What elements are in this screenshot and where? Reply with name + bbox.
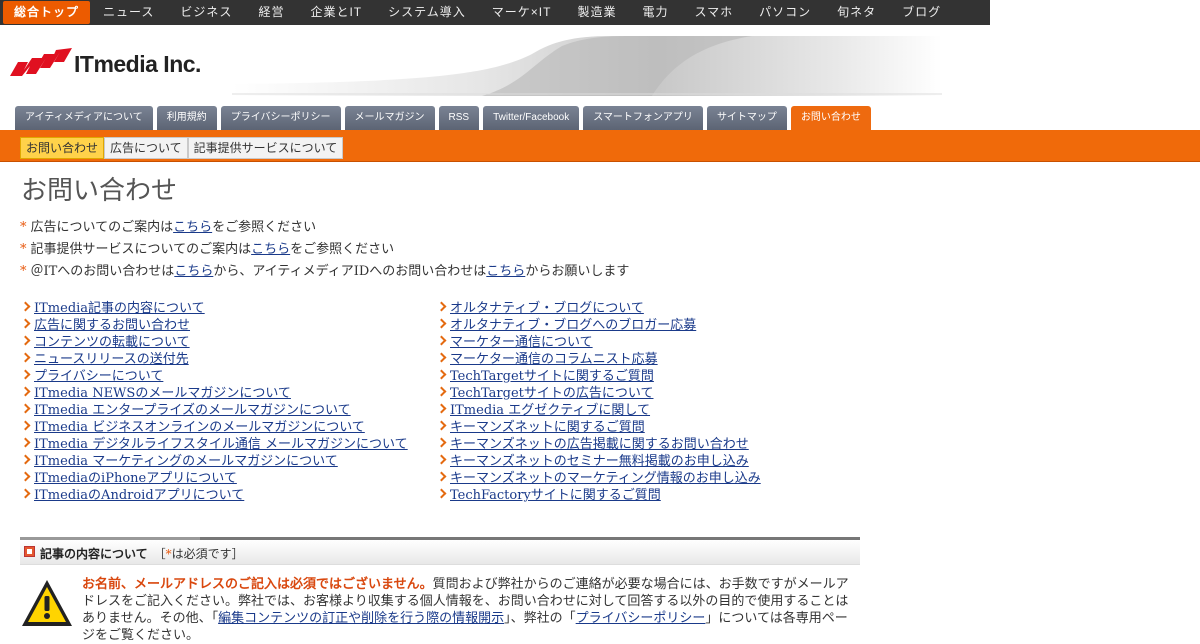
corporate-tabs: アイティメディアについて 利用規約 プライバシーポリシー メールマガジン RSS…	[15, 106, 871, 130]
note-advertising: * 広告についてのご案内はこちらをご参照ください	[20, 220, 317, 235]
arrow-icon	[436, 349, 450, 366]
arrow-icon	[436, 315, 450, 332]
tab-smartphone-apps[interactable]: スマートフォンアプリ	[583, 106, 703, 130]
privacy-notice: お名前、メールアドレスのご記入は必須ではございません。質問および弊社からのご連絡…	[82, 577, 849, 643]
topnav-item-news[interactable]: ニュース	[90, 0, 167, 25]
list-item: ITmedia NEWSのメールマガジンについて	[20, 383, 408, 401]
tab-sitemap[interactable]: サイトマップ	[706, 106, 787, 130]
list-item: ニュースリリースの送付先	[20, 349, 408, 367]
arrow-icon	[20, 383, 34, 400]
notes-list: * 広告についてのご案内はこちらをご参照ください * 記事提供サービスについてのご案…	[20, 217, 629, 283]
tab-privacy-policy[interactable]: プライバシーポリシー	[220, 106, 341, 130]
logo-text: ITmedia Inc.	[74, 50, 201, 77]
info-disclosure-link[interactable]: 編集コンテンツの訂正や削除を行う際の情報開示	[218, 611, 504, 626]
arrow-icon	[436, 366, 450, 383]
arrow-icon	[436, 417, 450, 434]
tab-mail-magazine[interactable]: メールマガジン	[344, 106, 435, 130]
topnav-item-smartphone[interactable]: スマホ	[681, 0, 746, 25]
list-item: コンテンツの転載について	[20, 332, 408, 350]
note-article-link[interactable]: こちら	[251, 242, 290, 257]
arrow-icon	[20, 400, 34, 417]
arrow-icon	[20, 468, 34, 485]
topnav-item-business[interactable]: ビジネス	[167, 0, 245, 25]
list-item: キーマンズネットのマーケティング情報のお申し込み	[436, 468, 761, 486]
topnav-item-blog[interactable]: ブログ	[889, 0, 954, 25]
arrow-icon	[20, 332, 34, 349]
tab-contact[interactable]: お問い合わせ	[790, 106, 871, 130]
list-item: キーマンズネットに関するご質問	[436, 417, 761, 435]
arrow-icon	[436, 485, 450, 502]
topnav-item-power[interactable]: 電力	[629, 0, 681, 25]
subtab-advertising[interactable]: 広告について	[104, 137, 188, 159]
arrow-icon	[436, 383, 450, 400]
arrow-icon	[20, 298, 34, 315]
list-item: ITmedia デジタルライフスタイル通信 メールマガジンについて	[20, 434, 408, 452]
note-atmark-it: * ＠ITへのお問い合わせはこちらから、アイティメディアIDへのお問い合わせはこち…	[20, 264, 630, 279]
list-item: ITmedia ビジネスオンラインのメールマガジンについて	[20, 417, 408, 435]
arrow-icon	[20, 434, 34, 451]
list-item: ITmedia マーケティングのメールマガジンについて	[20, 451, 408, 469]
page-title: お問い合わせ	[21, 175, 178, 205]
tab-terms[interactable]: 利用規約	[156, 106, 217, 130]
list-item: ITmedia エンタープライズのメールマガジンについて	[20, 400, 408, 418]
list-item: TechTargetサイトに関するご質問	[436, 366, 761, 384]
arrow-icon	[20, 485, 34, 502]
list-item: マーケター通信について	[436, 332, 761, 350]
list-item: オルタナティブ・ブログへのブロガー応募	[436, 315, 761, 333]
topnav-item-manufacturing[interactable]: 製造業	[564, 0, 629, 25]
list-item: ITmediaのiPhoneアプリについて	[20, 468, 408, 486]
topnav-item-home[interactable]: 総合トップ	[3, 1, 91, 24]
topnav-item-pc[interactable]: パソコン	[746, 0, 824, 25]
topnav-item-system[interactable]: システム導入	[375, 0, 479, 25]
topnav-item-management[interactable]: 経営	[245, 0, 297, 25]
header-swoosh-graphic	[232, 36, 942, 96]
list-item: キーマンズネットの広告掲載に関するお問い合わせ	[436, 434, 761, 452]
arrow-icon	[20, 417, 34, 434]
arrow-icon	[20, 366, 34, 383]
arrow-icon	[436, 400, 450, 417]
list-item: ITmedia記事の内容について	[20, 298, 408, 316]
list-item: TechFactoryサイトに関するご質問	[436, 485, 761, 503]
list-item: 広告に関するお問い合わせ	[20, 315, 408, 333]
warning-icon	[22, 580, 72, 626]
topnav-item-marketing[interactable]: マーケ×IT	[479, 0, 565, 25]
arrow-icon	[436, 451, 450, 468]
section-title: 記事の内容について ［*は必須です］	[40, 547, 244, 561]
site-logo[interactable]: ITmedia Inc.	[10, 46, 201, 82]
arrow-icon	[20, 315, 34, 332]
tab-rss[interactable]: RSS	[438, 106, 480, 130]
list-item: マーケター通信のコラムニスト応募	[436, 349, 761, 367]
sub-tabs: お問い合わせ 広告について 記事提供サービスについて	[20, 137, 344, 159]
list-item: プライバシーについて	[20, 366, 408, 384]
subtab-contact[interactable]: お問い合わせ	[20, 137, 105, 159]
note-article-service: * 記事提供サービスについてのご案内はこちらをご参照ください	[20, 242, 395, 257]
arrow-icon	[436, 434, 450, 451]
list-item: TechTargetサイトの広告について	[436, 383, 761, 401]
arrow-icon	[20, 451, 34, 468]
contact-links-left: ITmedia記事の内容について 広告に関するお問い合わせ コンテンツの転載につ…	[20, 298, 408, 503]
contact-links-right: オルタナティブ・ブログについて オルタナティブ・ブログへのブロガー応募 マーケタ…	[436, 298, 761, 503]
subtab-article-service[interactable]: 記事提供サービスについて	[187, 137, 344, 159]
list-item: ITmediaのAndroidアプリについて	[20, 485, 408, 503]
note-atit-link[interactable]: こちら	[174, 264, 213, 279]
note-ad-link[interactable]: こちら	[173, 220, 212, 235]
topnav-item-enterprise-it[interactable]: 企業とIT	[297, 0, 375, 25]
arrow-icon	[20, 349, 34, 366]
list-item: オルタナティブ・ブログについて	[436, 298, 761, 316]
section-header-article-contents: 記事の内容について ［*は必須です］	[20, 537, 860, 565]
section-marker-icon	[24, 546, 35, 557]
itmedia-logo-icon	[10, 48, 72, 76]
privacy-policy-link[interactable]: プライバシーポリシー	[576, 611, 706, 626]
top-nav: 総合トップ ニュース ビジネス 経営 企業とIT システム導入 マーケ×IT 製…	[0, 0, 990, 25]
list-item: ITmedia エグゼクティブに関して	[436, 400, 761, 418]
topnav-item-trending[interactable]: 旬ネタ	[824, 0, 889, 25]
tab-twitter-facebook[interactable]: Twitter/Facebook	[483, 106, 580, 130]
arrow-icon	[436, 332, 450, 349]
tab-about[interactable]: アイティメディアについて	[15, 106, 153, 130]
list-item: キーマンズネットのセミナー無料掲載のお申し込み	[436, 451, 761, 469]
required-note: ［*は必須です］	[153, 547, 244, 561]
arrow-icon	[436, 298, 450, 315]
arrow-icon	[436, 468, 450, 485]
note-id-link[interactable]: こちら	[486, 264, 525, 279]
